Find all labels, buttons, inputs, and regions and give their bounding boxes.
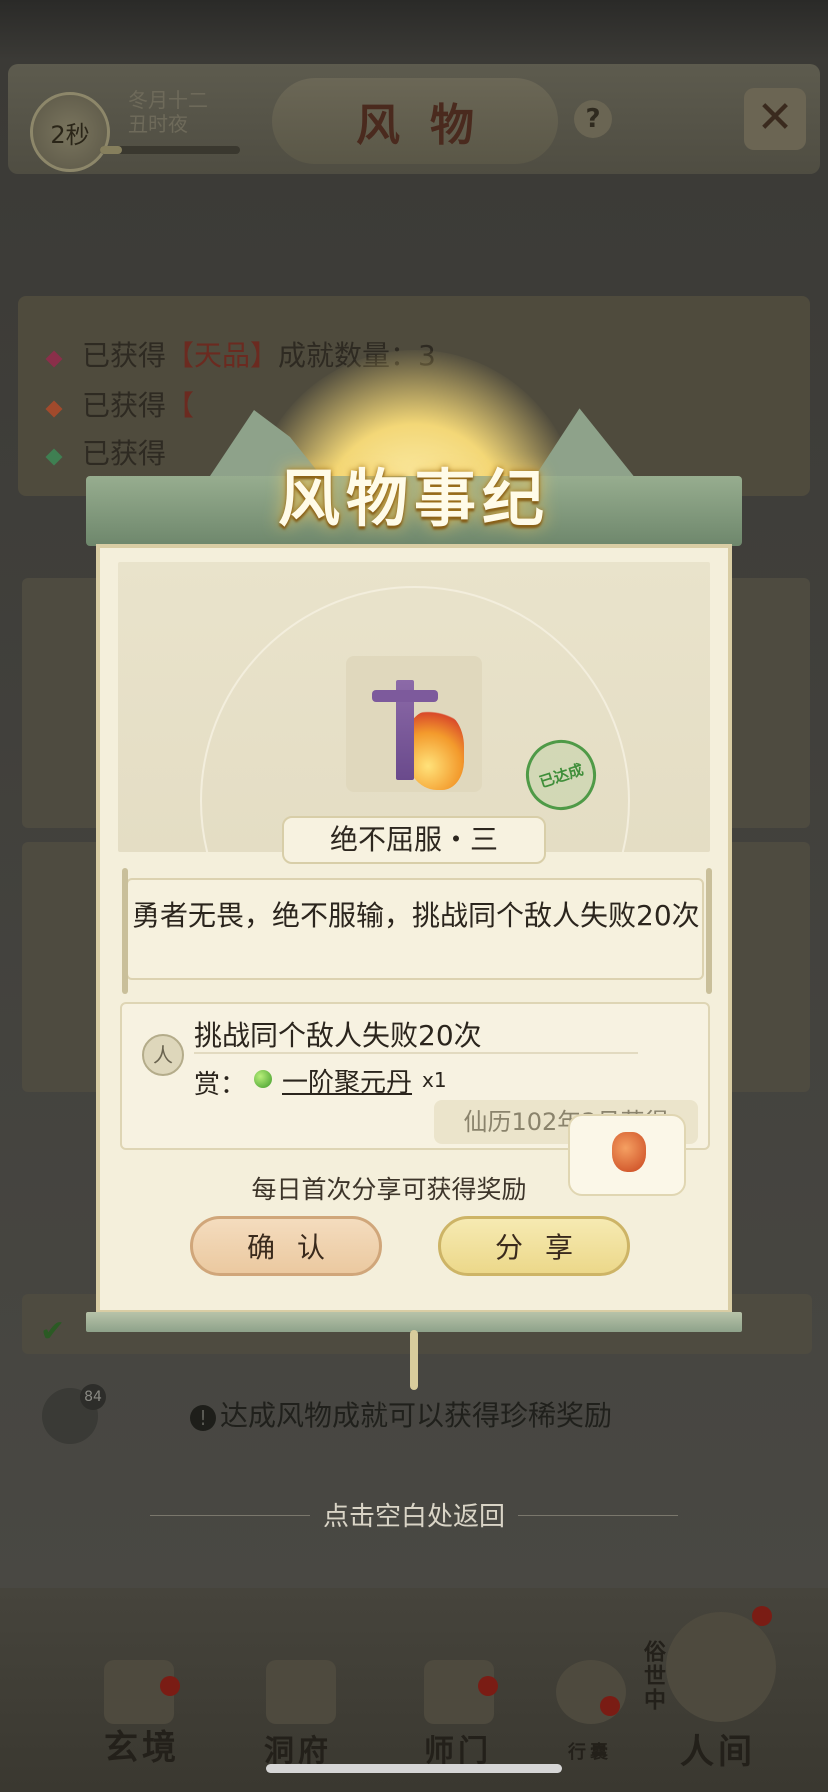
tassel-decoration (410, 1330, 418, 1390)
achievement-description: 勇者无畏，绝不服输，挑战同个敌人失败20次 (132, 899, 700, 932)
checkbox-icon[interactable]: ✔ (40, 1314, 65, 1349)
reward-hint-text: 达成风物成就可以获得珍稀奖励 (220, 1399, 613, 1432)
reward-label: 赏： (194, 1070, 247, 1100)
chat-badge: 84 (80, 1384, 106, 1410)
info-icon: ! (190, 1405, 216, 1431)
side-label[interactable]: 俗世中 (636, 1640, 668, 1712)
notification-dot (160, 1676, 180, 1696)
timer-badge: 2秒 (30, 92, 110, 172)
timer-text: 2秒 (50, 120, 90, 149)
tab-xuanjing[interactable]: 玄境 (104, 1720, 180, 1769)
stat-highlight: 【天品】 (166, 339, 279, 372)
achievement-name: 绝不屈服・三 (282, 816, 546, 864)
diamond-icon (45, 350, 63, 368)
reward-quantity: x1 (422, 1068, 447, 1092)
game-date: 冬月十二 丑时夜 (128, 88, 208, 136)
game-screen[interactable]: 2秒 冬月十二 丑时夜 风物 ? ✕ 已获得【天品】成就数量：3 已获得【 已获… (0, 0, 828, 1792)
share-button[interactable]: 分享 (438, 1216, 630, 1276)
stat-highlight: 【 (166, 389, 195, 422)
requirement-text: 挑战同个敌人失败20次 (194, 1019, 482, 1052)
home-indicator[interactable] (266, 1764, 562, 1773)
requirement-badge-icon: 人 (142, 1034, 184, 1076)
tap-to-return-hint[interactable]: 点击空白处返回 (0, 1496, 828, 1533)
divider (194, 1052, 638, 1054)
stat-prefix: 已获得 (82, 389, 167, 422)
tab-renjian[interactable]: 人间 (680, 1724, 756, 1773)
stat-row-2: 已获得【 (45, 384, 195, 424)
time-progress-bar (100, 146, 240, 154)
reward-item-link[interactable]: 一阶聚元丹 (282, 1062, 412, 1099)
confirm-button[interactable]: 确认 (190, 1216, 382, 1276)
notification-dot (478, 1676, 498, 1696)
scroll-rail-right (706, 868, 712, 994)
date-month: 冬月十二 (128, 88, 208, 112)
help-icon[interactable]: ? (574, 100, 612, 138)
inventory-bag-icon[interactable] (556, 1660, 626, 1724)
stat-prefix: 已获得 (82, 339, 167, 372)
diamond-icon (45, 400, 63, 418)
share-reward-tip: 每日首次分享可获得奖励 (251, 1175, 527, 1204)
dialog-bottom-rod (86, 1312, 742, 1332)
renjian-icon[interactable] (666, 1612, 776, 1722)
close-icon[interactable]: ✕ (744, 88, 806, 150)
dialog-title: 风物事纪 (277, 462, 550, 535)
notification-dot (752, 1606, 772, 1626)
tab-inventory[interactable]: 行囊 (568, 1738, 612, 1764)
stamp-text: 已达成 (536, 759, 586, 791)
sword-guard-icon (372, 690, 438, 702)
scroll-rail-left (122, 868, 128, 994)
dongfu-icon[interactable] (266, 1660, 336, 1724)
reward-hint: ! 达成风物成就可以获得珍稀奖励 (190, 1394, 612, 1434)
notification-dot (600, 1696, 620, 1716)
date-time: 丑时夜 (128, 112, 188, 136)
page-title: 风物 (272, 78, 558, 164)
pill-icon (254, 1070, 272, 1088)
reward-bag-icon (612, 1132, 646, 1172)
